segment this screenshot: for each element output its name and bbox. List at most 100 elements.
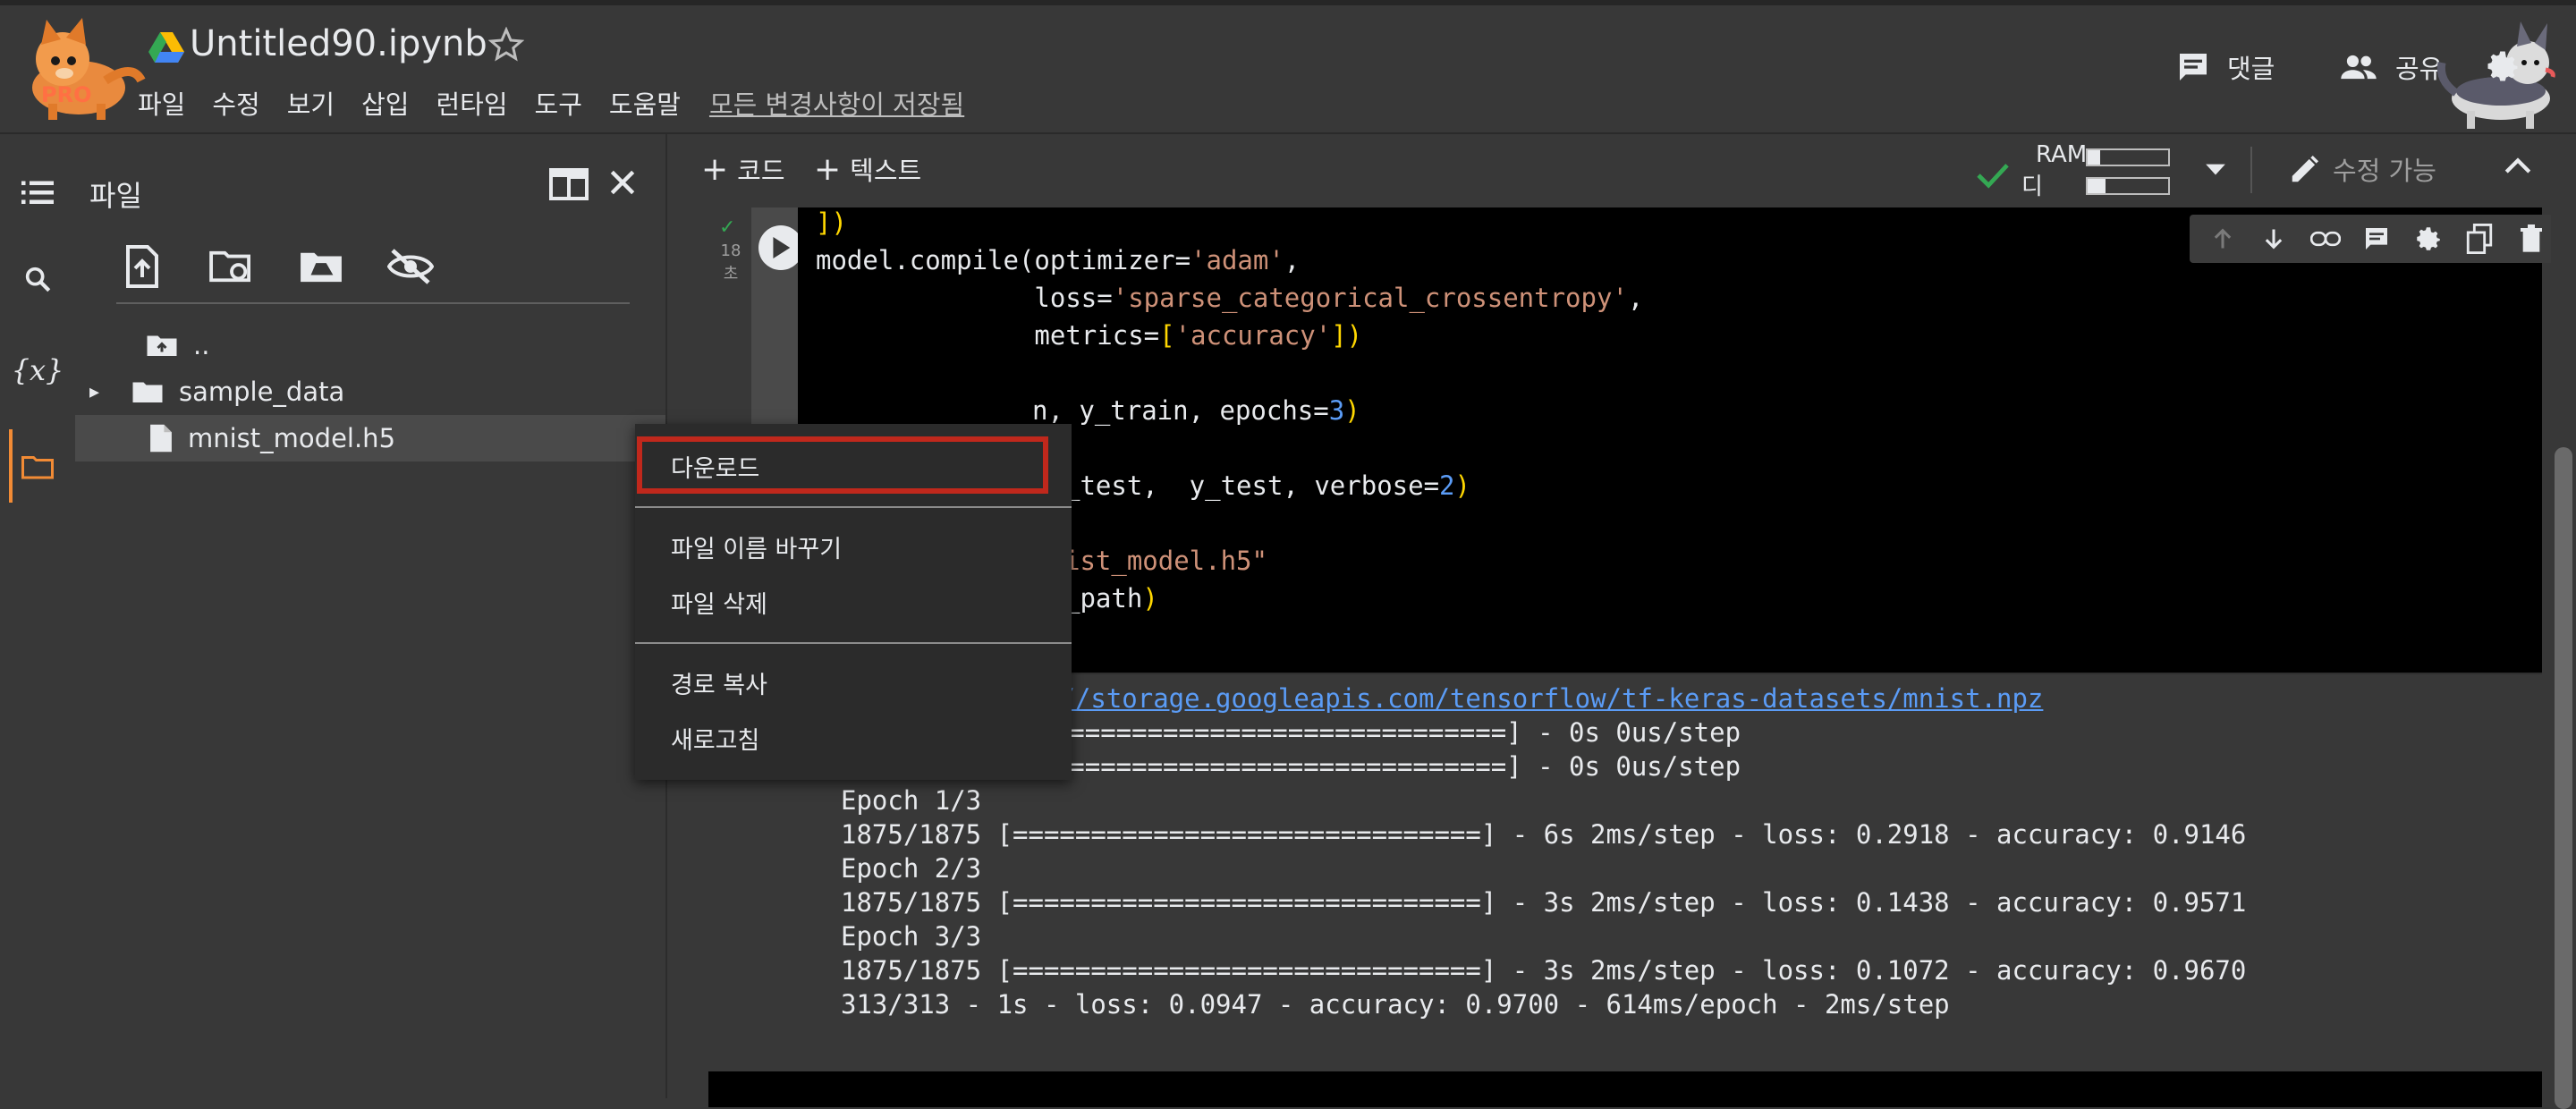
comment-label: 댓글 <box>2227 54 2275 84</box>
close-panel-icon[interactable] <box>605 165 640 200</box>
menu-item-refresh[interactable]: 새로고침 <box>671 721 759 756</box>
code-line: ]) <box>816 207 847 238</box>
chevron-up-icon[interactable] <box>2503 154 2533 177</box>
menu-item-download[interactable]: 다운로드 <box>671 449 759 484</box>
dataset-link[interactable]: https://storage.googleapis.com/tensorflo… <box>966 683 2044 714</box>
file-icon <box>148 423 174 453</box>
menu-item-copy-path[interactable]: 경로 복사 <box>671 665 767 700</box>
comment-icon <box>2180 54 2207 80</box>
variables-icon[interactable]: {x} <box>12 351 64 390</box>
file-tools <box>116 241 474 292</box>
expand-caret-icon[interactable]: ▸ <box>89 381 107 403</box>
files-panel: 파일 .. ▸ sample_data mnist_model.h5 <box>75 134 667 1098</box>
tree-item-label: sample_data <box>179 377 345 407</box>
notebook-toolbar: +코드 +텍스트 RAM 디스크 수정 가능 <box>667 134 2576 267</box>
mount-drive-icon[interactable] <box>295 241 347 292</box>
chevron-down-icon[interactable] <box>2204 161 2227 177</box>
code-line: metrics=['accuracy']) <box>816 320 1363 351</box>
parent-folder-icon <box>145 332 179 359</box>
tree-item-sample-data[interactable]: ▸ sample_data <box>75 368 665 415</box>
output-line: Epoch 1/3 <box>841 785 982 816</box>
move-down-icon[interactable] <box>2258 223 2290 255</box>
output-line: Epoch 2/3 <box>841 853 982 884</box>
output-line: 4 [==============================] - 0s … <box>991 751 1741 782</box>
output-line: 4 [==============================] - 0s … <box>991 717 1741 748</box>
delete-trash-icon[interactable] <box>2515 223 2547 255</box>
gear-icon[interactable] <box>2412 223 2445 255</box>
menu-divider <box>635 642 1072 644</box>
add-text-button[interactable]: + 텍스트 <box>814 150 921 188</box>
tree-item-label: mnist_model.h5 <box>188 423 396 453</box>
toolbar-divider <box>2250 147 2252 193</box>
menu-insert[interactable]: 삽입 <box>361 84 409 122</box>
next-code-cell[interactable] <box>708 1071 2542 1107</box>
pro-badge: PRO <box>41 82 92 107</box>
ram-meter <box>2086 148 2170 166</box>
edit-mode-button[interactable]: 수정 가능 <box>2288 150 2436 188</box>
output-line: 1875/1875 [=============================… <box>841 955 2247 986</box>
people-icon <box>2341 55 2377 80</box>
search-icon[interactable] <box>18 259 57 299</box>
tree-item-parent[interactable]: .. <box>75 322 665 368</box>
menu-tools[interactable]: 도구 <box>535 84 582 122</box>
exec-time: 18 초 <box>720 241 741 284</box>
folder-icon[interactable] <box>18 447 57 487</box>
code-line: n, y_train, epochs=3) <box>1032 395 1360 426</box>
add-text-label: 텍스트 <box>850 156 922 186</box>
maximize-panel-icon[interactable] <box>549 166 589 202</box>
output-line: 313/313 - 1s - loss: 0.0947 - accuracy: … <box>841 989 1950 1020</box>
header: PRO Untitled90.ipynb 파일 수정 보기 삽입 런타임 도구 … <box>0 0 2576 134</box>
star-icon[interactable] <box>488 27 524 63</box>
run-cell-button[interactable] <box>758 225 803 270</box>
tree-item-label: .. <box>193 330 210 360</box>
code-line: loss='sparse_categorical_crossentropy', <box>816 283 1644 313</box>
comment-icon[interactable] <box>2360 223 2393 255</box>
link-icon[interactable] <box>2309 223 2342 255</box>
notebook-title[interactable]: Untitled90.ipynb <box>190 23 487 64</box>
add-code-label: 코드 <box>737 156 785 186</box>
settings-gear-icon[interactable] <box>2483 47 2522 86</box>
scrollbar-thumb[interactable] <box>2555 447 2572 1109</box>
menu-divider <box>635 506 1072 508</box>
hide-hidden-files-icon[interactable] <box>385 241 436 292</box>
folder-icon <box>131 378 165 405</box>
mirror-cell-icon[interactable] <box>2463 223 2496 255</box>
output-line: 1875/1875 [=============================… <box>841 819 2247 850</box>
output-line: 1875/1875 [=============================… <box>841 887 2247 918</box>
plus-icon: + <box>814 150 842 188</box>
code-line: _path) <box>1064 583 1158 614</box>
upload-file-icon[interactable] <box>116 241 168 292</box>
menu-help[interactable]: 도움말 <box>609 84 681 122</box>
menu-bar: 파일 수정 보기 삽입 런타임 도구 도움말 모든 변경사항이 저장됨 <box>138 84 964 122</box>
code-line: model.compile(optimizer='adam', <box>816 245 1301 275</box>
panel-divider <box>116 302 630 304</box>
output-line: Epoch 3/3 <box>841 921 982 952</box>
menu-item-rename[interactable]: 파일 이름 바꾸기 <box>671 529 842 564</box>
top-strip <box>0 0 2576 5</box>
add-code-button[interactable]: + 코드 <box>701 150 785 188</box>
move-up-icon[interactable] <box>2207 223 2239 255</box>
active-indicator <box>9 429 13 503</box>
menu-edit[interactable]: 수정 <box>212 84 259 122</box>
save-status-link[interactable]: 모든 변경사항이 저장됨 <box>709 84 964 122</box>
connected-check-icon <box>1975 161 2011 190</box>
disk-meter <box>2086 177 2170 195</box>
ram-label: RAM <box>2036 141 2088 168</box>
menu-file[interactable]: 파일 <box>138 84 185 122</box>
menu-item-delete[interactable]: 파일 삭제 <box>671 585 767 620</box>
cell-toolbar <box>2190 215 2576 263</box>
comment-button[interactable]: 댓글 <box>2175 48 2275 86</box>
menu-runtime[interactable]: 런타임 <box>436 84 508 122</box>
refresh-folder-icon[interactable] <box>206 241 258 292</box>
code-line: ist_model.h5" <box>1064 546 1267 576</box>
tree-item-mnist-model[interactable]: mnist_model.h5 <box>75 415 665 461</box>
plus-icon: + <box>701 150 729 188</box>
pencil-icon <box>2292 155 2319 182</box>
colab-pro-logo[interactable] <box>16 18 150 125</box>
table-of-contents-icon[interactable] <box>18 174 57 213</box>
edit-mode-label: 수정 가능 <box>2333 156 2436 186</box>
menu-view[interactable]: 보기 <box>287 84 335 122</box>
google-drive-icon <box>148 32 184 64</box>
code-line: _test, y_test, verbose=2) <box>1064 470 1470 501</box>
left-rail: {x} <box>0 134 75 1098</box>
